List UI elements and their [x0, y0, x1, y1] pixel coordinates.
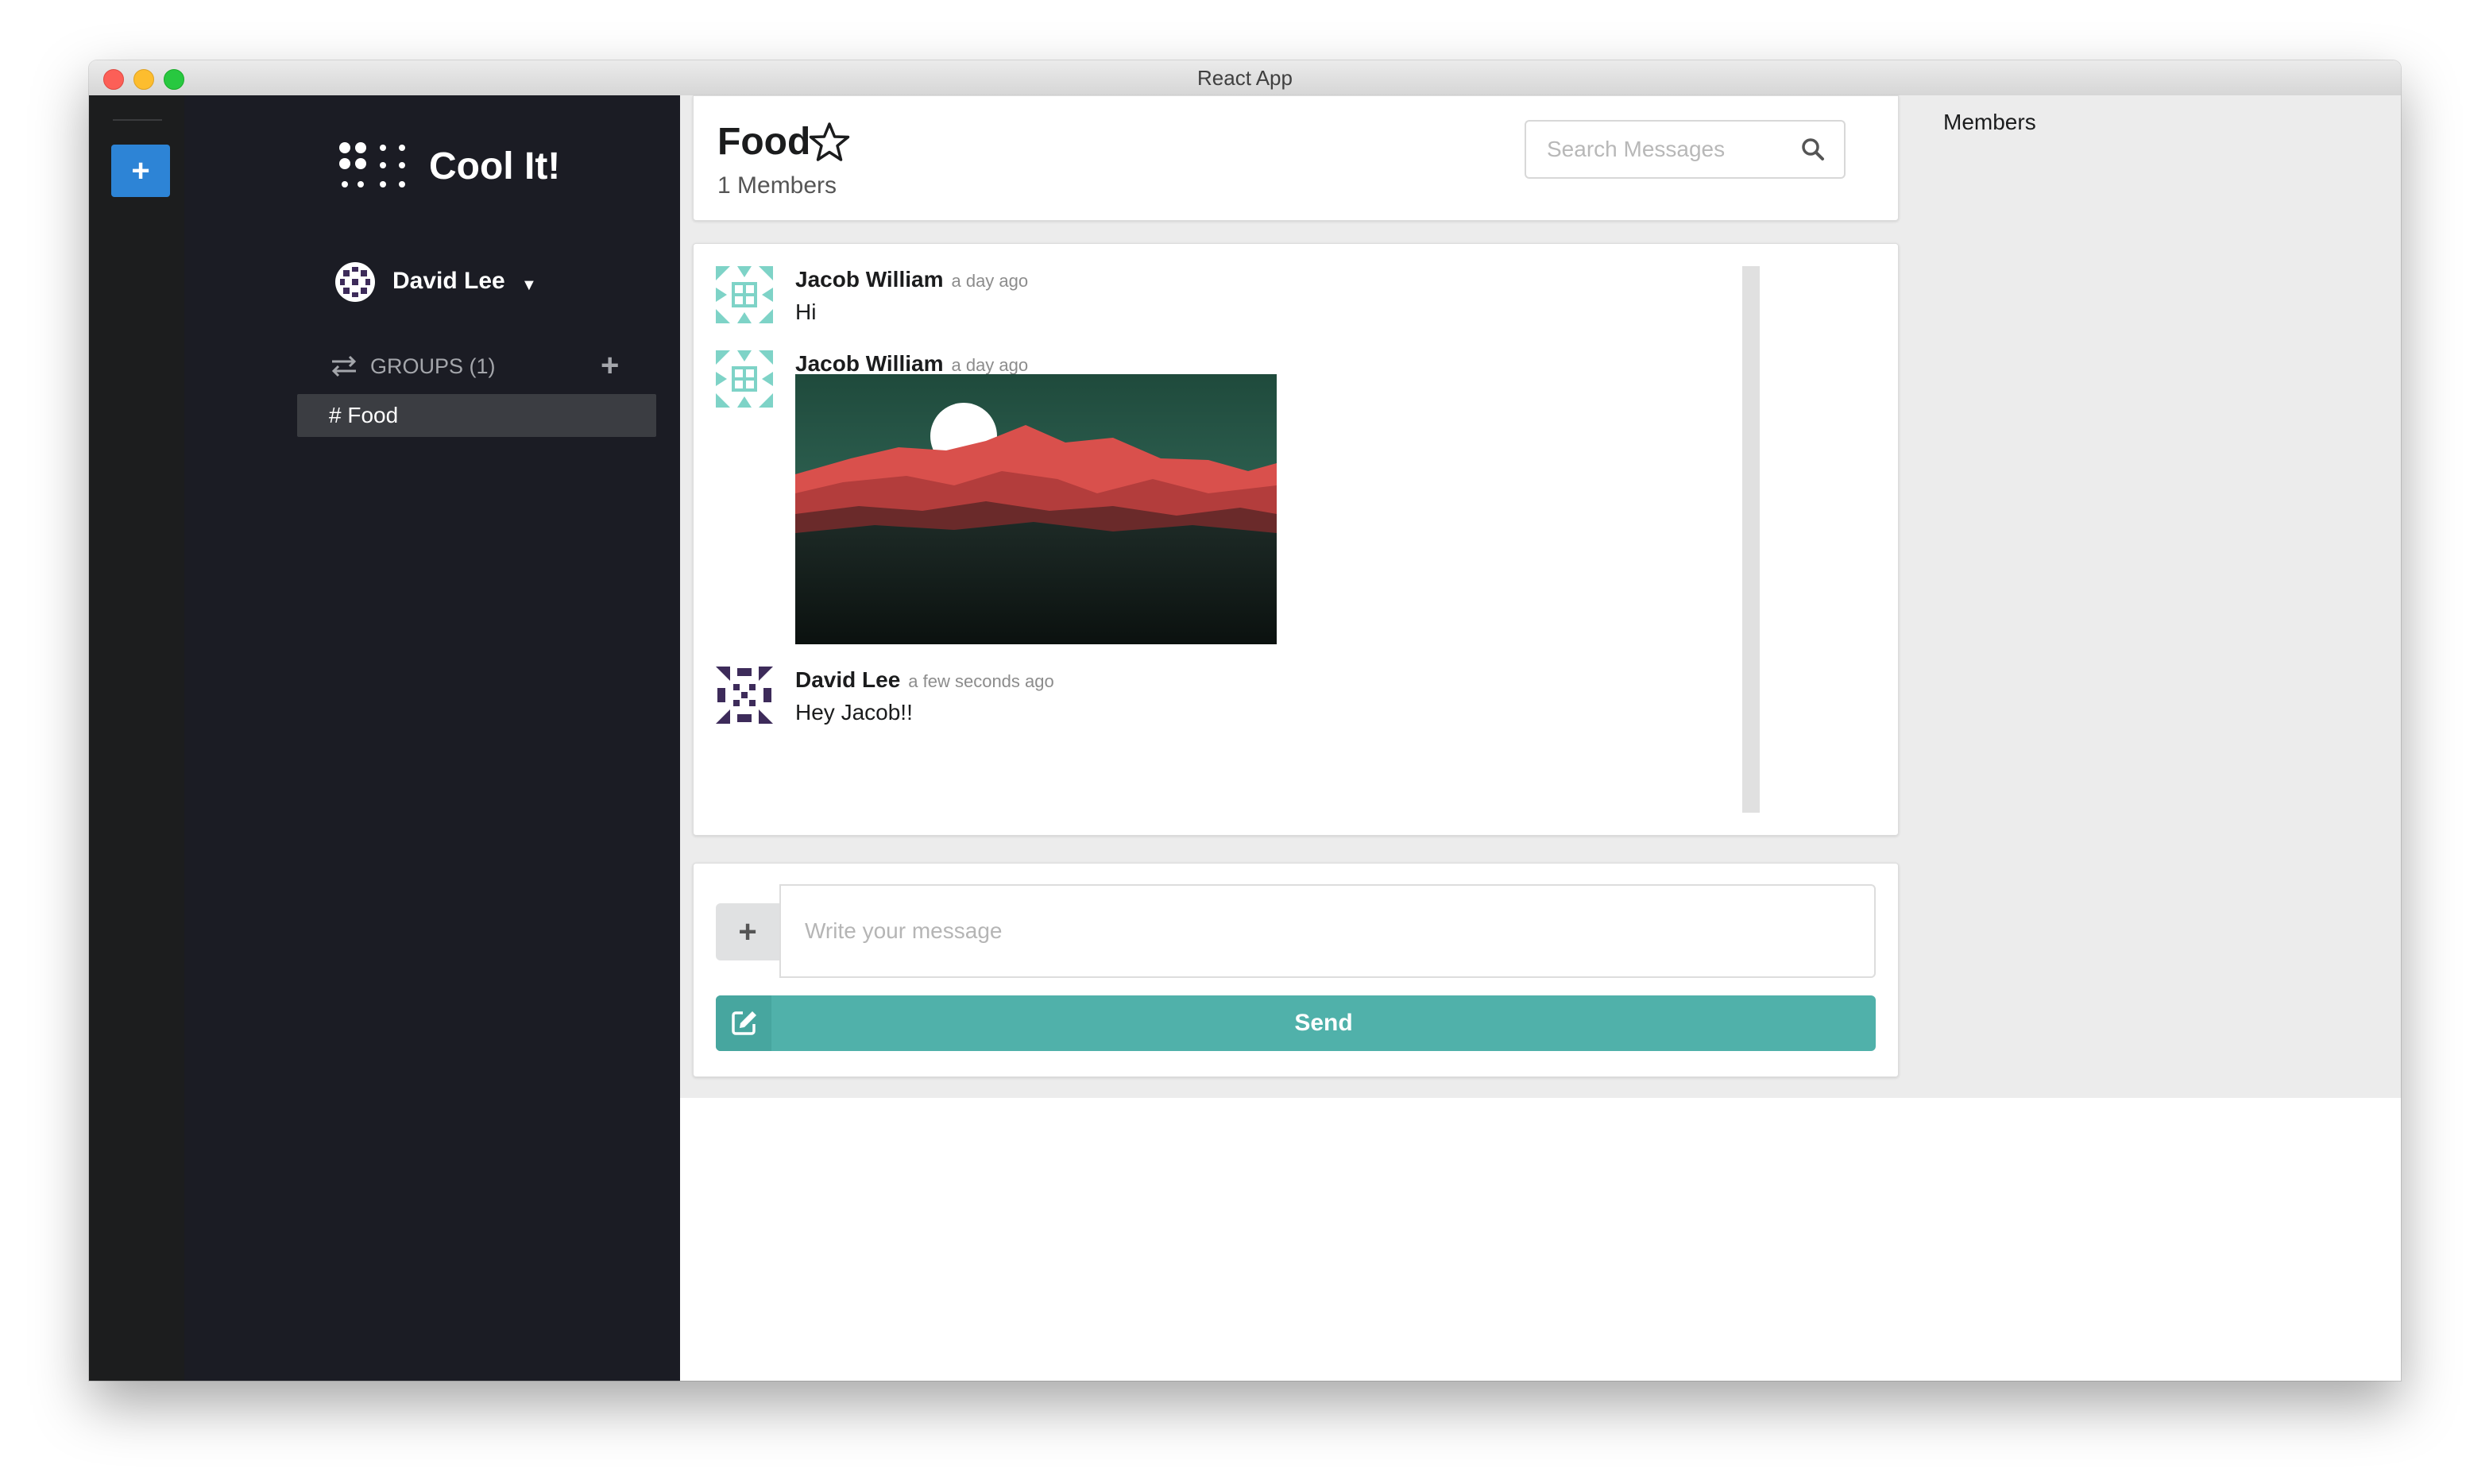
- channel-header: Food 1 Members: [693, 95, 1899, 221]
- members-count: 1 Members: [717, 172, 837, 199]
- message-item: Jacob William a day ago Hi: [716, 266, 1669, 330]
- message-input[interactable]: [779, 884, 1876, 978]
- message-timestamp: a day ago: [951, 271, 1029, 291]
- message-timestamp: a few seconds ago: [908, 671, 1054, 691]
- add-group-button[interactable]: +: [601, 348, 619, 383]
- window-title: React App: [1197, 66, 1293, 90]
- message-author[interactable]: David Lee a few seconds ago: [795, 667, 1054, 695]
- app-content: + Cool It! David Lee ▼ GROUPS (1) + # Fo…: [89, 95, 2401, 1381]
- channel-item-food[interactable]: # Food: [297, 394, 656, 437]
- messages-panel: Jacob William a day ago Hi Jacob William…: [693, 243, 1899, 836]
- main-area: Food 1 Members Search Messages Jacob Wil…: [680, 95, 2401, 1381]
- message-item: David Lee a few seconds ago Hey Jacob!!: [716, 667, 1669, 730]
- add-team-button[interactable]: +: [111, 145, 170, 197]
- identicon-purple-avatar[interactable]: [716, 667, 773, 724]
- identicon-teal-avatar[interactable]: [716, 350, 773, 408]
- identicon-teal-avatar[interactable]: [716, 266, 773, 323]
- message-author[interactable]: Jacob William a day ago: [795, 266, 1028, 295]
- channel-title: Food: [717, 121, 811, 163]
- message-text: Hi: [795, 300, 817, 324]
- search-icon[interactable]: [1801, 137, 1825, 161]
- message-composer: + Send: [693, 863, 1899, 1077]
- user-avatar[interactable]: [335, 262, 375, 302]
- attach-file-button[interactable]: +: [716, 903, 779, 960]
- send-icon-container: [716, 995, 771, 1051]
- messages-scrollbar[interactable]: [1742, 266, 1760, 813]
- edit-icon: [732, 1011, 756, 1035]
- app-name: Cool It!: [429, 145, 561, 187]
- groups-header: GROUPS (1): [370, 354, 496, 378]
- app-logo-icon: [339, 142, 405, 187]
- rail-divider: [113, 119, 162, 121]
- members-panel-title: Members: [1943, 110, 2036, 134]
- star-icon[interactable]: [808, 122, 851, 163]
- current-user-name[interactable]: David Lee: [392, 267, 505, 296]
- app-window: React App + Cool It! David Lee ▼ GROUPS …: [89, 60, 2401, 1381]
- send-button-label: Send: [1294, 1010, 1353, 1036]
- exchange-icon: [331, 355, 357, 377]
- sidebar: Cool It! David Lee ▼ GROUPS (1) + # Food: [184, 95, 680, 1381]
- message-timestamp: a day ago: [951, 355, 1029, 375]
- window-titlebar: React App: [89, 60, 2401, 96]
- message-item: Jacob William a day ago: [716, 350, 1669, 646]
- mountain-sunset-image[interactable]: [795, 374, 1277, 644]
- send-button[interactable]: Send: [716, 995, 1876, 1051]
- search-box: [1525, 120, 1846, 179]
- team-rail: +: [89, 95, 184, 1381]
- search-input[interactable]: [1547, 122, 1785, 177]
- message-text: Hey Jacob!!: [795, 700, 913, 725]
- caret-down-icon[interactable]: ▼: [521, 273, 537, 297]
